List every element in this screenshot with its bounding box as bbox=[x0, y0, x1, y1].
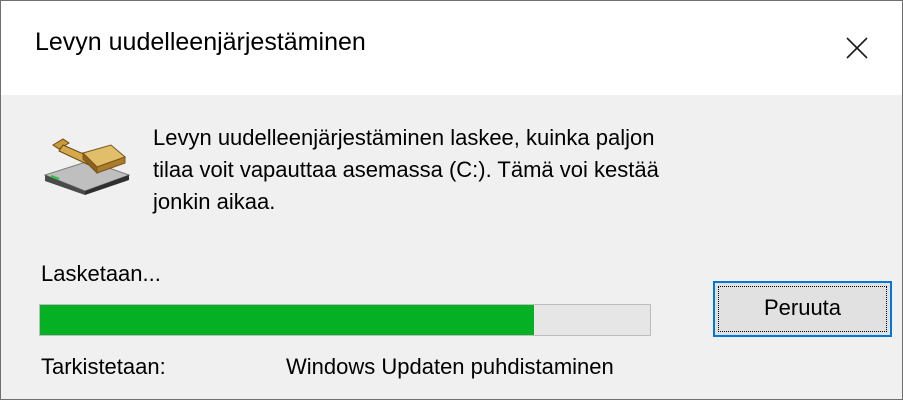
dialog-message: Levyn uudelleenjärjestäminen laskee, kui… bbox=[153, 122, 853, 218]
disk-cleanup-icon bbox=[39, 135, 135, 195]
checking-item: Windows Updaten puhdistaminen bbox=[286, 354, 614, 379]
status-text: Lasketaan... bbox=[41, 261, 161, 286]
checking-label: Tarkistetaan: bbox=[41, 354, 166, 379]
message-line: Levyn uudelleenjärjestäminen laskee, kui… bbox=[153, 125, 655, 150]
disk-cleanup-dialog: Levyn uudelleenjärjestäminen Levyn uudel… bbox=[0, 0, 903, 400]
progress-bar bbox=[39, 304, 651, 336]
title-bar: Levyn uudelleenjärjestäminen bbox=[1, 1, 902, 95]
cancel-button-label: Peruuta bbox=[763, 295, 842, 320]
message-line: tilaa voit vapauttaa asemassa (C:). Tämä… bbox=[153, 157, 659, 182]
close-icon bbox=[846, 37, 868, 59]
dialog-content: Levyn uudelleenjärjestäminen laskee, kui… bbox=[1, 95, 902, 399]
close-button[interactable] bbox=[812, 1, 902, 95]
cancel-button[interactable]: Peruuta bbox=[713, 281, 892, 337]
progress-fill bbox=[40, 305, 535, 335]
window-title: Levyn uudelleenjärjestäminen bbox=[35, 28, 366, 56]
message-line: jonkin aikaa. bbox=[153, 189, 276, 214]
